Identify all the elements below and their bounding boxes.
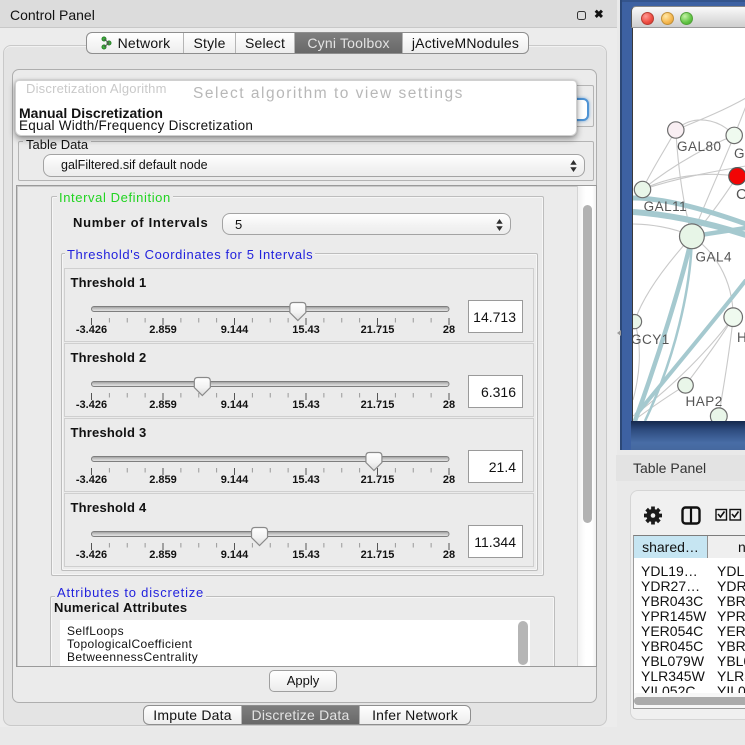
svg-text:21.715: 21.715 — [361, 474, 395, 486]
svg-text:15.43: 15.43 — [292, 324, 320, 336]
svg-text:GAL4: GAL4 — [696, 250, 733, 265]
svg-text:-3.426: -3.426 — [76, 324, 107, 336]
svg-text:GAL11: GAL11 — [644, 199, 688, 214]
svg-text:15.43: 15.43 — [292, 399, 320, 411]
svg-text:2.859: 2.859 — [149, 324, 177, 336]
svg-text:GAL80: GAL80 — [677, 139, 722, 154]
svg-text:9.144: 9.144 — [221, 399, 249, 411]
svg-text:28: 28 — [443, 324, 455, 336]
svg-text:GCY1: GCY1 — [633, 332, 670, 347]
svg-text:28: 28 — [443, 474, 455, 486]
svg-text:21.715: 21.715 — [361, 324, 395, 336]
svg-text:-3.426: -3.426 — [76, 474, 107, 486]
svg-text:2.859: 2.859 — [149, 474, 177, 486]
svg-text:H: H — [737, 330, 745, 345]
svg-text:15.43: 15.43 — [292, 549, 320, 561]
svg-text:15.43: 15.43 — [292, 474, 320, 486]
svg-text:HAP2: HAP2 — [686, 394, 723, 409]
svg-text:28: 28 — [443, 399, 455, 411]
svg-text:2.859: 2.859 — [149, 399, 177, 411]
svg-text:-3.426: -3.426 — [76, 399, 107, 411]
svg-text:21.715: 21.715 — [361, 399, 395, 411]
svg-text:2.859: 2.859 — [149, 549, 177, 561]
svg-text:-3.426: -3.426 — [76, 549, 107, 561]
svg-text:9.144: 9.144 — [221, 474, 249, 486]
svg-text:9.144: 9.144 — [221, 324, 249, 336]
svg-text:GA: GA — [734, 146, 745, 161]
svg-text:21.715: 21.715 — [361, 549, 395, 561]
svg-text:C: C — [736, 186, 745, 203]
svg-text:28: 28 — [443, 549, 455, 561]
svg-text:9.144: 9.144 — [221, 549, 249, 561]
